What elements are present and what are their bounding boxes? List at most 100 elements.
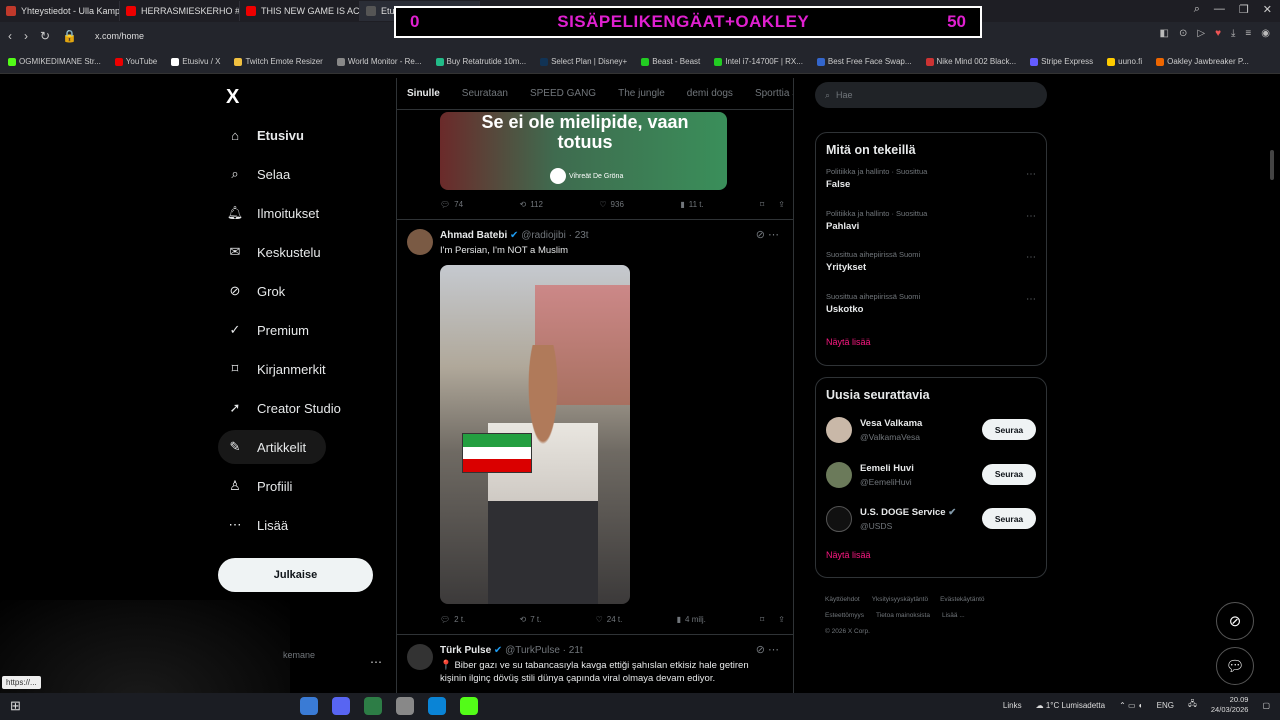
trend-item[interactable]: Politiikka ja hallinto · Suosittua Pahlav… (816, 205, 1046, 247)
close-icon[interactable]: ✕ (1263, 3, 1272, 16)
bookmark[interactable]: Twitch Emote Resizer (234, 57, 323, 66)
x-logo-icon[interactable]: X (226, 86, 239, 109)
bookmark[interactable]: Nike Mind 002 Black... (925, 57, 1016, 66)
grok-button[interactable]: ⊘ (1216, 602, 1254, 640)
more-icon[interactable]: ⋯ (1026, 211, 1036, 222)
browser-tab[interactable]: THIS NEW GAME IS ACTU (240, 1, 360, 21)
repost-button[interactable]: ⟲ 112 (519, 200, 542, 209)
trend-item[interactable]: Suosittua aihepiirissä Suomi Uskotko ⋯ (816, 288, 1046, 330)
repost-button[interactable]: ⟲ 7 t. (520, 615, 542, 624)
trend-item[interactable]: Suosittua aihepiirissä Suomi Yritykset ⋯ (816, 246, 1046, 288)
follow-suggestion[interactable]: Vesa Valkama @ValkamaVesa Seuraa (816, 408, 1046, 453)
bookmark[interactable]: Stripe Express (1030, 57, 1093, 66)
author-name[interactable]: Ahmad Batebi (440, 230, 507, 241)
url-field[interactable]: x.com/home (95, 31, 144, 41)
views-button[interactable]: ▮ 11 t. (680, 200, 703, 209)
bookmark[interactable]: OGMIKEDIMANE Str... (8, 57, 101, 66)
follow-suggestion[interactable]: Eemeli Huvi @EemeliHuvi Seuraa (816, 453, 1046, 498)
account-handle[interactable]: kemane (283, 650, 315, 660)
post-button[interactable]: Julkaise (218, 558, 373, 592)
follow-button[interactable]: Seuraa (982, 508, 1036, 529)
tab-list[interactable]: Sporttia Sa (755, 88, 793, 99)
like-button[interactable]: ♡ 24 t. (596, 615, 623, 624)
follow-suggestion[interactable]: U.S. DOGE Service ✔ @USDS Seuraa (816, 497, 1046, 542)
avatar[interactable] (826, 417, 852, 444)
share-icon[interactable]: ⇪ (778, 200, 785, 209)
nav-item-bookmarks[interactable]: ⌑ Kirjanmerkit (218, 352, 338, 386)
footer-link[interactable]: Käyttöehdot (825, 596, 860, 603)
bookmark[interactable]: Oakley Jawbreaker P... (1156, 57, 1249, 66)
browser-tab[interactable]: HERRASMIESKERHO #15 (120, 1, 240, 21)
download-icon[interactable]: ⤓ (1231, 28, 1235, 39)
reload-icon[interactable]: ↻ (40, 29, 50, 43)
more-icon[interactable]: ⋯ (1026, 252, 1036, 263)
bookmark[interactable]: World Monitor - Re... (336, 57, 422, 66)
author-handle[interactable]: @radiojibi · 23t (521, 230, 588, 241)
show-more-link[interactable]: Näytä lisää (816, 542, 1046, 570)
forward-icon[interactable]: › (24, 29, 28, 43)
nav-item-premium[interactable]: ✓ Premium (218, 313, 338, 347)
more-icon[interactable]: ⊘ ⋯ (756, 643, 779, 656)
nav-item-more[interactable]: ⋯ Lisää (218, 508, 338, 542)
more-icon[interactable]: ⋯ (1026, 294, 1036, 305)
bookmark-button[interactable]: ⌑ ⇪ (760, 615, 785, 624)
minimize-icon[interactable]: — (1214, 3, 1225, 16)
bookmark[interactable]: Best Free Face Swap... (816, 57, 912, 66)
bookmark[interactable]: YouTube (114, 57, 157, 66)
trend-item[interactable]: Politiikka ja hallinto · Suosittua False ⋯ (816, 163, 1046, 205)
heart-icon[interactable]: ♥ (1215, 28, 1221, 39)
extension-icon[interactable]: ⊙ (1179, 28, 1187, 39)
tab-following[interactable]: Seurataan (462, 88, 508, 99)
back-icon[interactable]: ‹ (8, 29, 12, 43)
bookmark[interactable]: Etusivu / X (171, 57, 220, 66)
post-image[interactable]: Se ei ole mielipide, vaan totuus Vihreät… (440, 112, 727, 190)
follow-button[interactable]: Seuraa (982, 463, 1036, 485)
bookmark[interactable]: Buy Retatrutide 10m... (435, 57, 526, 66)
nav-item-messages[interactable]: ✉ Keskustelu (218, 235, 338, 269)
language-indicator[interactable]: ENG (1157, 701, 1174, 710)
scrollbar[interactable] (1270, 150, 1274, 180)
taskbar-app-icon[interactable] (396, 697, 414, 715)
tab-list[interactable]: The jungle (618, 88, 665, 99)
share-icon[interactable]: ⇪ (778, 615, 785, 624)
bookmark[interactable]: Select Plan | Disney+ (540, 57, 627, 66)
messages-button[interactable]: 💬︎ (1216, 647, 1254, 685)
footer-link[interactable]: Lisää ... (942, 612, 965, 619)
taskbar-app-icon[interactable] (300, 697, 318, 715)
nav-item-articles[interactable]: ✎ Artikkelit (218, 430, 326, 464)
taskbar-app-icon[interactable] (364, 697, 382, 715)
extension-icon[interactable]: ▷ (1197, 28, 1205, 39)
more-icon[interactable]: ⋯ (1026, 169, 1036, 180)
maximize-icon[interactable]: ❐ (1239, 3, 1249, 16)
network-icon[interactable]: 🖧︎ (1188, 698, 1197, 712)
nav-item-creator-studio[interactable]: ➚ Creator Studio (218, 391, 358, 425)
bookmark[interactable]: Beast - Beast (641, 57, 700, 66)
footer-link[interactable]: Yksityisyyskäytäntö (872, 596, 928, 603)
show-more-link[interactable]: Näytä lisää (816, 329, 1046, 357)
author-name[interactable]: Türk Pulse (440, 645, 491, 656)
like-button[interactable]: ♡ 936 (599, 200, 624, 209)
follow-button[interactable]: Seuraa (982, 419, 1036, 440)
clock[interactable]: 20.09 24/03/2026 (1211, 695, 1249, 715)
reply-button[interactable]: 💬︎ 74 (440, 200, 463, 209)
avatar[interactable] (407, 644, 433, 670)
account-more-icon[interactable]: ⋯ (370, 655, 382, 669)
avatar[interactable] (826, 506, 852, 533)
tray-icons[interactable]: ⌃ ▭ ◖ (1119, 701, 1143, 710)
nav-item-profile[interactable]: ♙ Profiili (218, 469, 338, 503)
bookmark[interactable]: Intel i7-14700F | RX... (714, 57, 803, 66)
browser-tab[interactable]: Yhteystiedot - Ulla Kamp (0, 1, 120, 21)
footer-link[interactable]: Esteettömyys (825, 612, 864, 619)
reply-button[interactable]: 💬︎ 2 t. (440, 615, 465, 624)
menu-icon[interactable]: ≡ (1245, 28, 1251, 39)
windows-start-icon[interactable]: ⊞ (10, 698, 21, 714)
more-icon[interactable]: ⊘ ⋯ (756, 228, 779, 241)
bookmark[interactable]: uuno.fi (1107, 57, 1142, 66)
discord-icon[interactable] (332, 697, 350, 715)
views-button[interactable]: ▮ 4 milj. (677, 615, 706, 624)
footer-link[interactable]: Evästekäytäntö (940, 596, 984, 603)
post-video[interactable] (440, 265, 630, 604)
search-icon[interactable]: ⌕ (1194, 3, 1200, 16)
search-input[interactable]: ⌕ Hae (815, 82, 1047, 108)
tab-list[interactable]: SPEED GANG (530, 88, 596, 99)
